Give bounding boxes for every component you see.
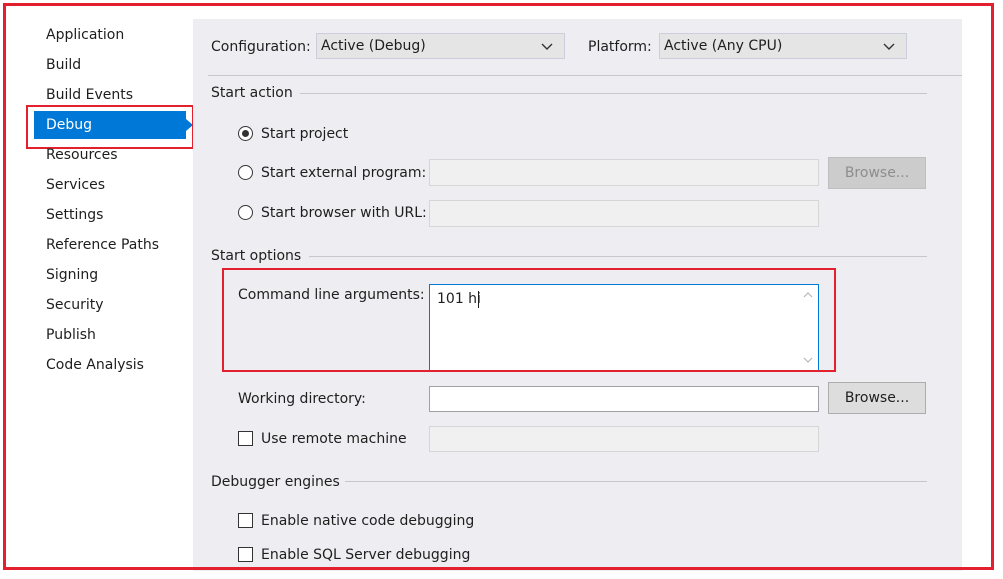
start-project-radio[interactable] [238,126,253,141]
start-options-divider [309,256,927,257]
chevron-down-icon [883,43,895,50]
sidebar-item-build[interactable]: Build [46,52,81,78]
debugger-engines-divider [345,481,927,482]
header-divider [208,75,962,76]
configuration-value: Active (Debug) [321,38,426,54]
working-directory-field[interactable] [429,386,819,412]
chevron-down-icon [541,43,553,50]
sidebar-item-signing[interactable]: Signing [46,262,98,288]
use-remote-machine-checkbox[interactable] [238,431,253,446]
external-program-field[interactable] [429,159,819,186]
working-directory-browse-button[interactable]: Browse... [828,382,926,414]
platform-value: Active (Any CPU) [664,38,783,54]
browser-url-field[interactable] [429,200,819,227]
annotation-command-line-highlight [222,268,836,372]
configuration-label: Configuration: [211,39,311,55]
start-project-label[interactable]: Start project [261,125,348,143]
sidebar-item-reference-paths[interactable]: Reference Paths [46,232,159,258]
start-options-heading: Start options [211,248,302,264]
working-directory-label: Working directory: [238,391,366,407]
sidebar-item-settings[interactable]: Settings [46,202,103,228]
debugger-engines-heading: Debugger engines [211,474,340,490]
sidebar-item-publish[interactable]: Publish [46,322,96,348]
enable-native-code-debugging-checkbox[interactable] [238,513,253,528]
enable-native-code-debugging-label[interactable]: Enable native code debugging [261,512,474,530]
sidebar-item-resources[interactable]: Resources [46,142,118,168]
configuration-dropdown[interactable]: Active (Debug) [316,33,565,59]
platform-dropdown[interactable]: Active (Any CPU) [659,33,907,59]
sidebar-item-code-analysis[interactable]: Code Analysis [46,352,144,378]
enable-sql-server-debugging-label[interactable]: Enable SQL Server debugging [261,546,470,564]
start-action-heading: Start action [211,85,293,101]
sidebar-item-security[interactable]: Security [46,292,104,318]
remote-machine-field[interactable] [429,426,819,452]
external-program-browse-button[interactable]: Browse... [828,157,926,189]
enable-sql-server-debugging-checkbox[interactable] [238,547,253,562]
sidebar-item-services[interactable]: Services [46,172,105,198]
start-external-program-label[interactable]: Start external program: [261,164,426,182]
platform-label: Platform: [588,39,652,55]
start-action-divider [300,93,927,94]
start-external-program-radio[interactable] [238,165,253,180]
sidebar-item-application[interactable]: Application [46,22,124,48]
start-browser-url-label[interactable]: Start browser with URL: [261,204,427,222]
use-remote-machine-label[interactable]: Use remote machine [261,430,407,448]
start-browser-url-radio[interactable] [238,205,253,220]
